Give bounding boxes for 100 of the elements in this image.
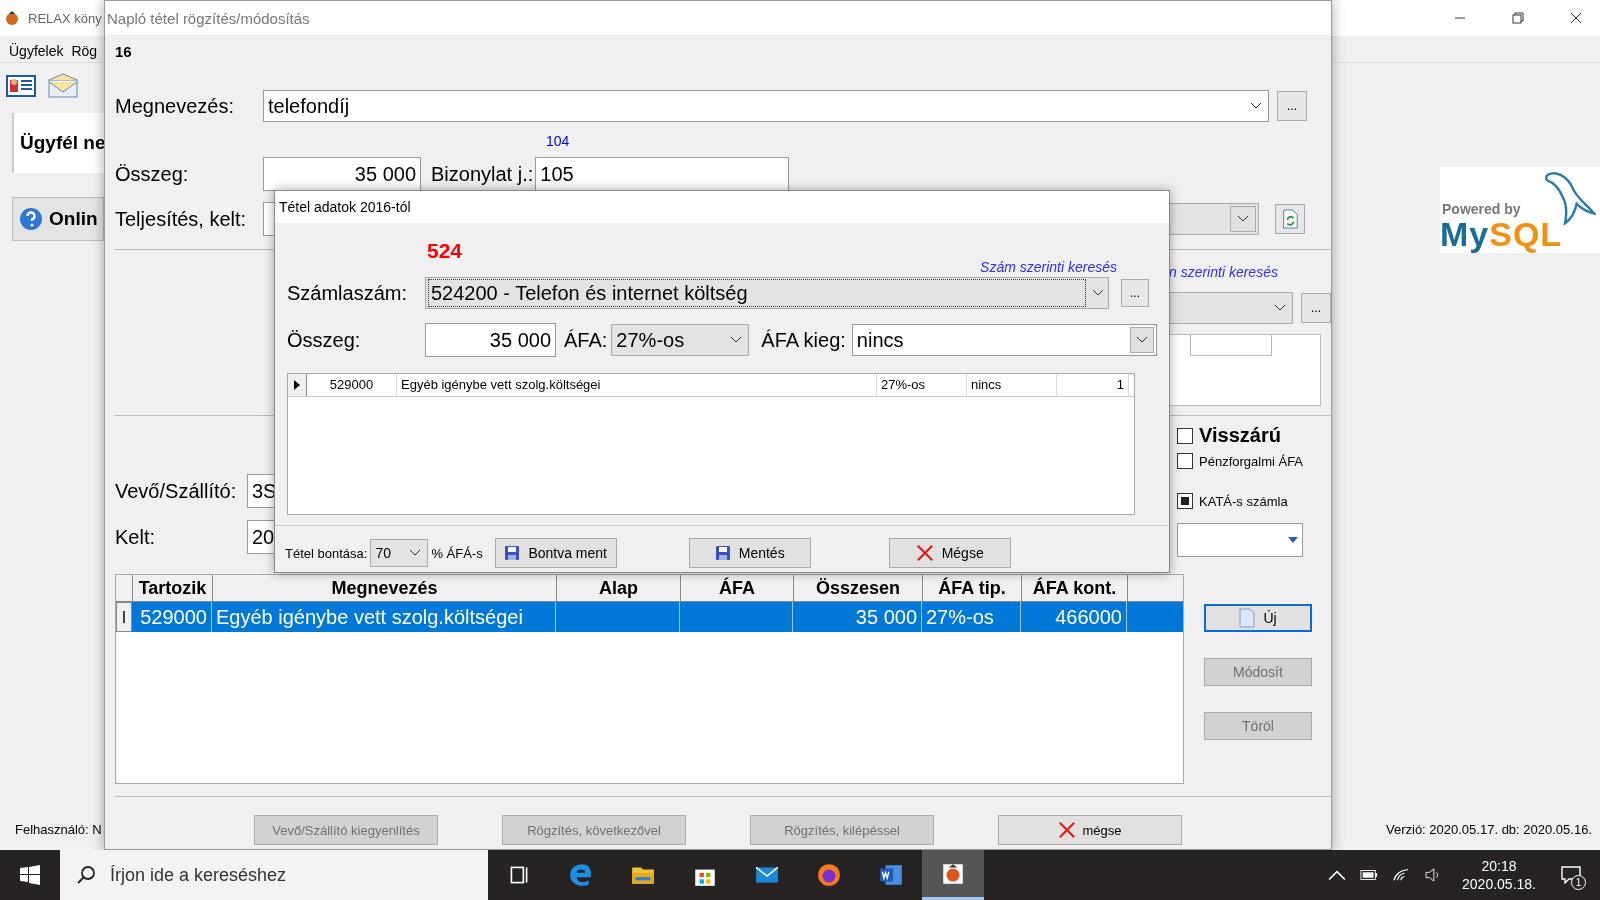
field-label: Összeg:: [115, 162, 190, 186]
refresh-button[interactable]: [1275, 204, 1305, 234]
clock-time[interactable]: 20:18: [1481, 858, 1517, 874]
checkbox-label: Pénzforgalmi ÁFA: [1199, 453, 1304, 469]
grid-cell: nincs: [967, 374, 1057, 396]
field-label: Vevő/Szállító:: [115, 479, 238, 503]
table-cell: 35 000: [793, 602, 922, 632]
column-header[interactable]: Megnevezés: [213, 575, 557, 601]
table-cell: 466000: [1021, 602, 1127, 632]
field-label: Teljesítés, kelt:: [115, 207, 248, 231]
field-label: Számlaszám:: [287, 281, 409, 305]
table-cell: 27%-os: [922, 602, 1021, 632]
counter-text: 104: [546, 133, 570, 149]
chevron-down-icon: [409, 549, 422, 557]
browse-button[interactable]: ...: [1301, 293, 1331, 323]
chevron-up-icon[interactable]: [1328, 868, 1347, 882]
dropdown-arrow-icon: [1288, 537, 1298, 543]
column-header[interactable]: ÁFA: [681, 575, 794, 601]
row-marker: I: [116, 602, 132, 632]
table-row[interactable]: I 529000 Egyéb igénybe vett szolg.költségei 35 000 27%-os 466000: [116, 602, 1183, 632]
table-cell: Egyéb igénybe vett szolg.költségei: [212, 602, 556, 632]
checkbox[interactable]: [1177, 453, 1193, 469]
action-button[interactable]: Mégse: [888, 538, 1011, 568]
refresh-icon: [1281, 209, 1299, 229]
dialog-title: Tétel adatok 2016-tól: [279, 199, 411, 215]
action-button[interactable]: Bontva ment: [494, 538, 617, 568]
checkbox-label: KATÁ-s számla: [1199, 493, 1288, 509]
cross-icon: [915, 544, 934, 562]
contact-card-icon[interactable]: [6, 73, 36, 99]
split-combo[interactable]: 70: [370, 539, 429, 567]
chevron-down-icon: [1092, 289, 1104, 297]
action-button[interactable]: mégse: [998, 815, 1182, 845]
column-header[interactable]: Tartozik: [133, 575, 213, 601]
column-header[interactable]: Összesen: [794, 575, 923, 601]
wifi-icon[interactable]: [1392, 868, 1411, 882]
action-button[interactable]: Új: [1204, 604, 1312, 632]
search-link[interactable]: Szám szerinti keresés: [980, 259, 1117, 275]
search-icon: [76, 865, 96, 885]
chevron-down-icon: [1130, 327, 1154, 353]
amount-field[interactable]: 35 000: [425, 323, 556, 357]
grid-cell: Egyéb igénybe vett szolg.költségei: [397, 374, 877, 396]
amount-field[interactable]: 35 000: [263, 157, 421, 191]
vat-combo[interactable]: 27%-os: [611, 324, 750, 356]
column-header[interactable]: ÁFA kont.: [1022, 575, 1128, 601]
field-label: Bizonylat j.:: [431, 162, 534, 186]
cross-icon: [1058, 821, 1077, 839]
grid-cell: 27%-os: [877, 374, 967, 396]
account-combo[interactable]: 524200 - Telefon és internet költség: [425, 277, 1109, 309]
vat-extra-combo[interactable]: nincs: [851, 324, 1157, 356]
panel-label: Ügyfél ne: [20, 132, 106, 154]
battery-icon[interactable]: [1360, 868, 1379, 882]
search-link[interactable]: n szerinti keresés: [1169, 264, 1331, 282]
field-label: Megnevezés:: [115, 94, 235, 118]
name-combo[interactable]: telefondíj: [263, 90, 1269, 122]
help-button[interactable]: Onlin: [12, 197, 104, 241]
browse-button[interactable]: ...: [1277, 91, 1307, 121]
dropdown-field[interactable]: [1177, 523, 1303, 557]
row-indicator[interactable]: [288, 374, 307, 396]
account-prefix: 524: [427, 239, 463, 263]
logo-wordmark: MySQL: [1440, 217, 1564, 251]
chevron-down-icon: [1250, 102, 1262, 110]
restore-icon[interactable]: [1512, 12, 1524, 24]
chevron-down-icon: [1274, 304, 1286, 312]
start-icon[interactable]: [20, 865, 40, 885]
menu-item[interactable]: Ügyfelek: [9, 43, 64, 59]
table-cell: 529000: [132, 602, 212, 632]
app-icon: [4, 10, 20, 26]
browse-button[interactable]: ...: [1121, 279, 1149, 307]
envelope-icon[interactable]: [48, 73, 78, 99]
field-label: Kelt:: [115, 525, 157, 549]
notification-button[interactable]: 1: [1556, 860, 1586, 890]
column-header[interactable]: Alap: [557, 575, 681, 601]
checkbox-label: Visszárú: [1199, 424, 1281, 447]
record-number: 16: [115, 43, 132, 60]
powered-by-text: Powered by: [1442, 201, 1522, 217]
relax-taskbar-icon[interactable]: [922, 850, 984, 900]
grid-cell: 1: [1057, 374, 1129, 396]
dialog-title: Napló tétel rögzítés/módosítás: [107, 9, 310, 27]
clock-date[interactable]: 2020.05.18.: [1462, 876, 1536, 892]
field-label: Összeg:: [287, 328, 362, 352]
chevron-down-icon: [730, 336, 743, 344]
checkbox[interactable]: [1177, 493, 1193, 509]
field-label: Tétel bontása:: [285, 545, 368, 561]
user-status: Felhasználó: N: [15, 821, 102, 837]
grid-cell: 529000: [307, 374, 397, 396]
search-field[interactable]: Írjon ide a kereséshez: [60, 850, 488, 900]
document-icon: [1239, 608, 1256, 628]
window-title: RELAX köny: [28, 10, 102, 26]
menu-item[interactable]: Rög: [71, 43, 98, 59]
chat-bubble-icon: [1561, 866, 1581, 884]
checkbox[interactable]: [1177, 427, 1193, 444]
action-button[interactable]: Mentés: [688, 538, 811, 568]
close-icon[interactable]: [1570, 12, 1582, 24]
field-label: ÁFA:: [564, 328, 608, 352]
voucher-field[interactable]: 105: [535, 157, 790, 191]
column-header[interactable]: ÁFA tip.: [923, 575, 1022, 601]
version-status: Verzió: 2020.05.17. db: 2020.05.16.: [1386, 821, 1592, 837]
help-icon: [19, 207, 43, 231]
field-label: % ÁFÁ-s: [431, 545, 483, 561]
field-label: ÁFA kieg:: [761, 328, 846, 352]
